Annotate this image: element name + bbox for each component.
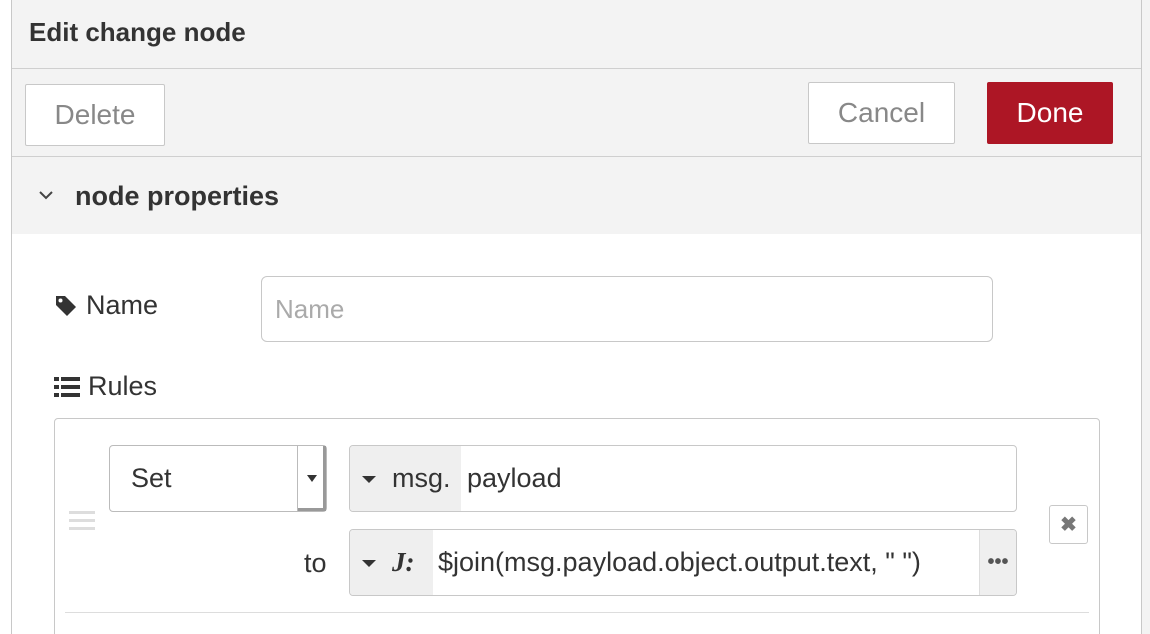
- remove-rule-button[interactable]: ✖: [1049, 505, 1088, 544]
- name-label-text: Name: [86, 290, 159, 320]
- caret-down-icon: [297, 446, 326, 511]
- rules-list: Set msg. payload to J: $join(msg.payload…: [54, 418, 1100, 634]
- to-label: to: [304, 548, 327, 578]
- to-type-button[interactable]: J:: [350, 530, 433, 595]
- property-type-button[interactable]: msg.: [350, 446, 461, 511]
- jsonata-icon: J:: [392, 547, 415, 577]
- section-header-node-properties[interactable]: node properties: [12, 157, 1141, 234]
- list-icon: [54, 376, 80, 397]
- caret-down-icon: [362, 475, 376, 483]
- cancel-button[interactable]: Cancel: [808, 82, 955, 144]
- rule-property-input[interactable]: msg. payload: [349, 445, 1017, 512]
- rule-action-value: Set: [131, 463, 172, 493]
- expand-editor-button[interactable]: •••: [979, 530, 1016, 595]
- done-button[interactable]: Done: [987, 82, 1113, 144]
- tag-icon: [56, 295, 76, 316]
- tray-title: Edit change node: [29, 17, 246, 47]
- canvas-edge: [0, 0, 11, 634]
- delete-button[interactable]: Delete: [25, 84, 165, 146]
- rule-to-input[interactable]: J: $join(msg.payload.object.output.text,…: [349, 529, 1017, 596]
- property-type-label: msg.: [392, 463, 451, 493]
- tray-toolbar: Delete Cancel Done: [12, 69, 1141, 157]
- drag-handle-icon[interactable]: [69, 511, 95, 533]
- rules-label-text: Rules: [88, 371, 158, 401]
- rules-label: Rules: [54, 371, 157, 402]
- rule-action-select[interactable]: Set: [109, 445, 327, 512]
- rule-divider: [65, 612, 1089, 613]
- tray-header: Edit change node: [12, 0, 1141, 69]
- caret-down-icon: [362, 559, 376, 567]
- to-value: $join(msg.payload.object.output.text, " …: [438, 547, 921, 577]
- section-title: node properties: [75, 181, 280, 211]
- edit-tray: Edit change node Delete Cancel Done node…: [11, 0, 1142, 634]
- chevron-down-icon: [39, 191, 53, 200]
- name-label: Name: [54, 290, 158, 321]
- name-input[interactable]: [261, 276, 993, 342]
- property-value: payload: [467, 463, 562, 493]
